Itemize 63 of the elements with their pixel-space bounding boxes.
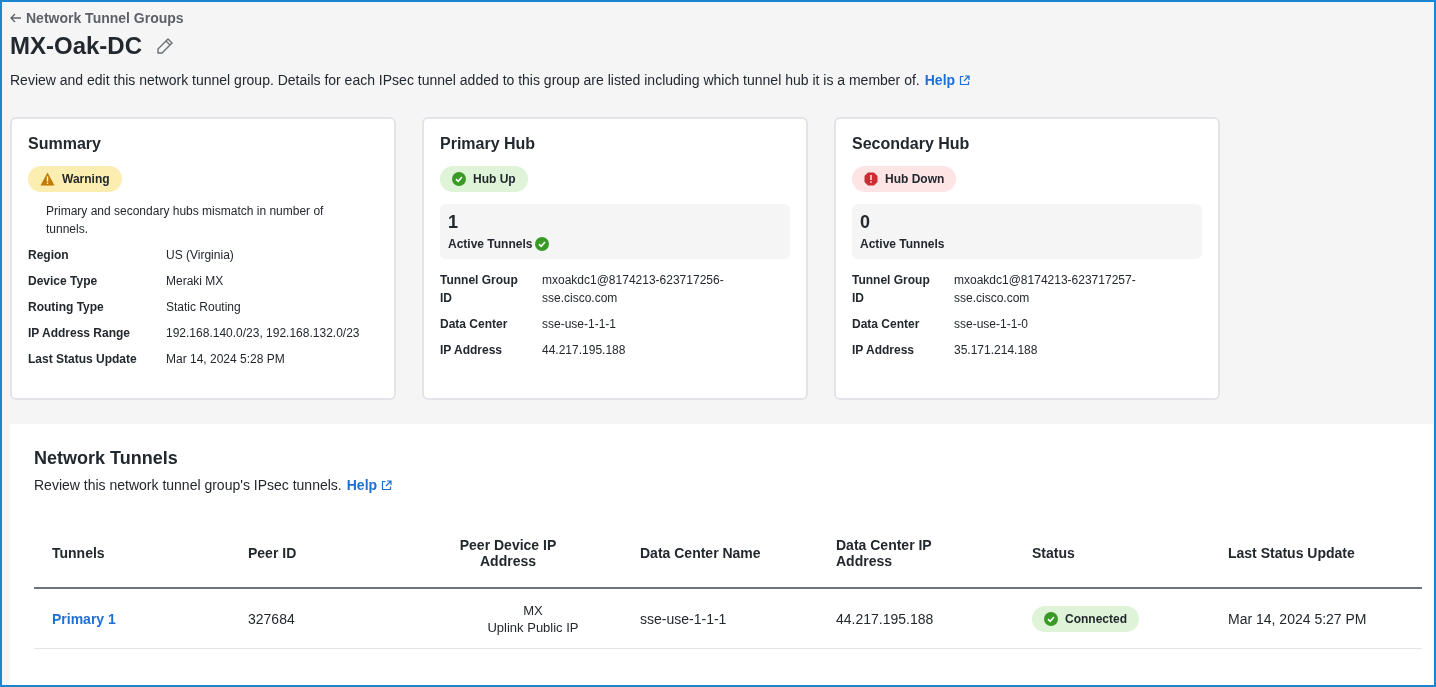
section-title: Network Tunnels (34, 448, 178, 469)
column-header: Peer Device IP Address (426, 531, 622, 589)
back-arrow-icon (10, 13, 22, 23)
field-label: Device Type (28, 273, 99, 290)
pencil-icon[interactable] (156, 37, 174, 55)
field-label: Last Status Update (28, 351, 138, 368)
status-badge: Hub Down (852, 166, 957, 192)
help-link[interactable]: Help (924, 72, 971, 88)
table-cell: 327684 (230, 589, 426, 649)
back-link[interactable]: Network Tunnel Groups (10, 10, 184, 26)
column-header: Peer ID (230, 531, 426, 589)
count-label: Active Tunnels (860, 237, 945, 251)
field-value: 44.217.195.188 (542, 342, 627, 359)
field-value: mxoakdc1@8174213-623717257-sse.cisco.com (954, 272, 1137, 307)
tunnel-count: 0 (860, 212, 870, 233)
column-header: Data Center IP Address (818, 531, 1014, 589)
field-value: US (Virginia) (166, 247, 235, 264)
check-circle-icon (535, 237, 550, 251)
page-description: Review and edit this network tunnel group. Details for each IPsec tunnel added to this group are listed including which tunnel hub it is a member of. Help (10, 72, 1426, 88)
field-label: Tunnel Group ID (440, 272, 519, 307)
field-label: Tunnel Group ID (852, 272, 931, 307)
status-badge: Hub Up (440, 166, 528, 192)
page-title: MX-Oak-DC (10, 32, 142, 60)
help-link[interactable]: Help (346, 477, 393, 493)
column-header: Status (1014, 531, 1210, 589)
table-cell: sse-use-1-1-1 (622, 589, 818, 649)
section-description: Review this network tunnel group's IPsec tunnels. Help (34, 477, 393, 493)
status-badge: Warning (28, 166, 122, 192)
status-badge: Connected (1032, 605, 1139, 632)
table-cell: 44.217.195.188 (818, 589, 1014, 649)
field-value: 35.171.214.188 (954, 342, 1039, 359)
card-title: Primary Hub (440, 135, 536, 153)
external-link-icon (959, 74, 971, 86)
card-title: Secondary Hub (852, 135, 970, 153)
column-header: Tunnels (34, 531, 230, 589)
field-value: 192.168.140.0/23, 192.168.132.0/23 (166, 325, 360, 342)
field-label: IP Address (440, 342, 504, 359)
column-header: Last Status Update (1210, 531, 1422, 589)
field-label: Routing Type (28, 299, 105, 316)
warning-icon (40, 172, 55, 186)
check-circle-icon (1044, 611, 1058, 626)
field-label: Data Center (852, 316, 921, 333)
column-header: Data Center Name (622, 531, 818, 589)
error-icon (864, 172, 878, 186)
field-label: Data Center (440, 316, 509, 333)
check-circle-icon (452, 172, 466, 186)
field-value: mxoakdc1@8174213-623717256-sse.cisco.com (542, 272, 725, 307)
field-value: Static Routing (166, 299, 242, 316)
field-label: Region (28, 247, 70, 264)
external-link-icon (381, 479, 393, 491)
field-value: sse-use-1-1-1 (542, 316, 618, 333)
field-value: Meraki MX (166, 273, 225, 290)
peer-device-ip: MX Uplink Public IP (487, 601, 579, 636)
warning-message: Primary and secondary hubs mismatch in number of tunnels. (46, 203, 325, 238)
tunnel-count: 1 (448, 212, 458, 233)
field-value: Mar 14, 2024 5:28 PM (166, 351, 286, 368)
count-label: Active Tunnels (448, 237, 550, 251)
tunnel-link[interactable]: Primary 1 (52, 610, 116, 627)
field-label: IP Address (852, 342, 916, 359)
field-label: IP Address Range (28, 325, 132, 342)
field-value: sse-use-1-1-0 (954, 316, 1030, 333)
table-cell: Mar 14, 2024 5:27 PM (1210, 589, 1422, 649)
card-title: Summary (28, 135, 101, 153)
